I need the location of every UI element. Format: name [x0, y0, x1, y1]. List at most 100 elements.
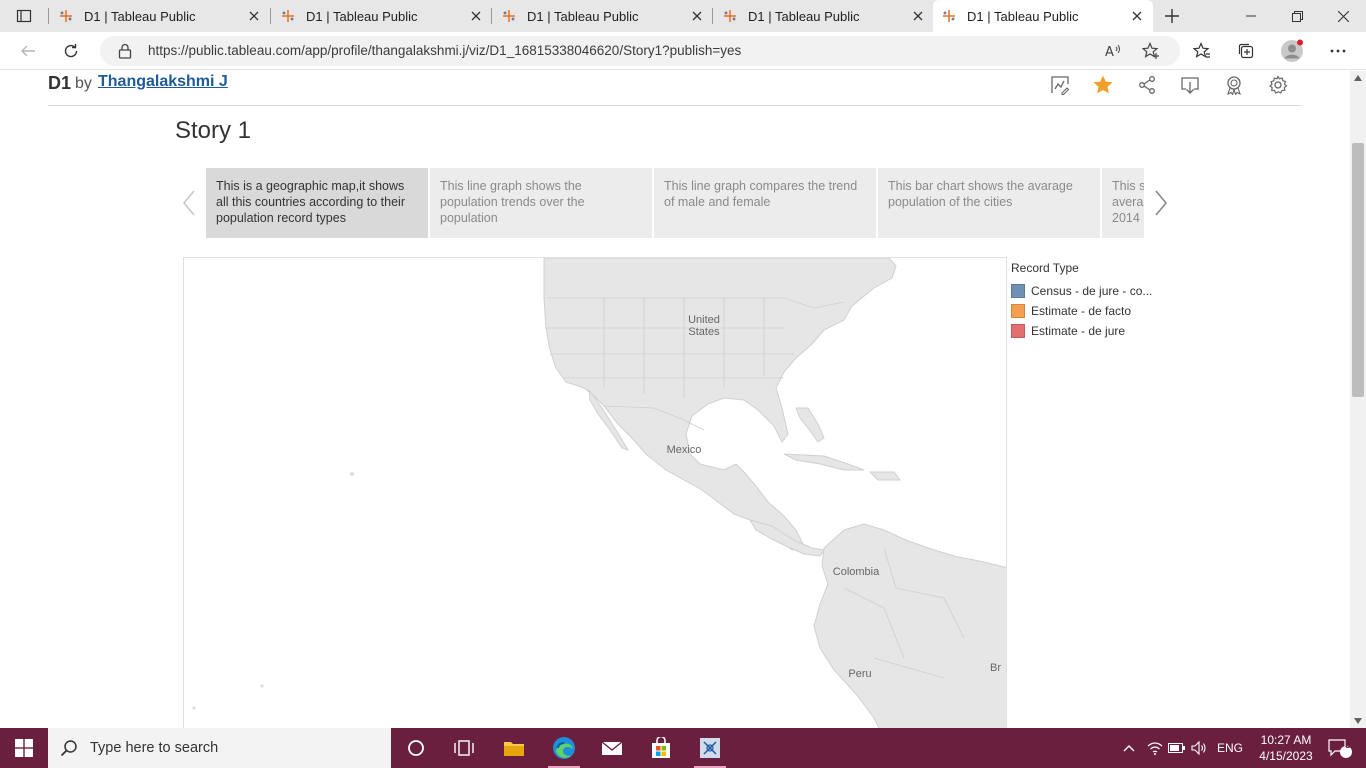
speaker-icon	[1191, 741, 1206, 755]
legend-item-estimate-de-jure[interactable]: Estimate - de jure	[1011, 321, 1171, 341]
browser-tab-3[interactable]: D1 | Tableau Public	[493, 0, 713, 32]
story-point-5[interactable]: This s avera 2014	[1102, 168, 1144, 238]
story-point-caption: This is a geographic map,it shows all th…	[216, 179, 405, 225]
battery-button[interactable]	[1166, 728, 1188, 768]
new-tab-button[interactable]	[1160, 4, 1184, 28]
address-bar[interactable]: https://public.tableau.com/app/profile/t…	[100, 36, 1180, 66]
close-tab-icon[interactable]	[246, 8, 262, 24]
mail-icon	[601, 741, 623, 755]
chevron-up-icon	[1123, 745, 1135, 752]
galapagos-island	[260, 684, 264, 688]
tab-separator	[712, 8, 713, 24]
svg-text:A: A	[1105, 45, 1114, 60]
close-tab-icon[interactable]	[689, 8, 705, 24]
page-scrollbar[interactable]	[1350, 71, 1366, 728]
minimize-button[interactable]	[1228, 0, 1274, 32]
map-canvas[interactable]	[184, 258, 1007, 728]
legend-label: Census - de jure - co...	[1031, 284, 1153, 298]
cortana-button[interactable]	[392, 728, 440, 768]
read-aloud-icon[interactable]: A	[1104, 42, 1122, 60]
input-language-button[interactable]: ENG	[1212, 728, 1248, 768]
tableau-favicon-icon	[282, 10, 294, 22]
close-window-button[interactable]	[1320, 0, 1366, 32]
network-button[interactable]	[1144, 728, 1166, 768]
restore-button[interactable]	[1274, 0, 1320, 32]
lock-icon[interactable]	[118, 43, 132, 59]
browser-tab-strip: D1 | Tableau Public D1 | Tableau Public …	[0, 0, 1366, 32]
author-link[interactable]: Thangalakshmi J	[98, 73, 228, 91]
story-point-caption: This line graph compares the trend of ma…	[664, 179, 858, 209]
settings-menu-button[interactable]	[1324, 37, 1352, 65]
tab-separator	[270, 8, 271, 24]
favorite-button[interactable]	[1091, 73, 1115, 97]
tab-title: D1 | Tableau Public	[84, 8, 196, 24]
volume-button[interactable]	[1188, 728, 1210, 768]
close-tab-icon[interactable]	[468, 8, 484, 24]
wifi-icon	[1147, 742, 1163, 755]
geographic-map[interactable]: United States Mexico Colombia Peru Br	[183, 257, 1007, 728]
story-point-2[interactable]: This line graph shows the population tre…	[430, 168, 652, 238]
tab-actions-icon	[16, 9, 32, 23]
page-content: D1 by Thangalakshmi J Story 1 This is a …	[0, 71, 1350, 728]
edge-taskbar-button[interactable]	[540, 728, 588, 768]
tableau-favicon-icon	[503, 10, 515, 22]
download-icon	[1181, 77, 1199, 94]
scroll-down-icon[interactable]	[1354, 718, 1362, 724]
legend-swatch	[1011, 284, 1025, 298]
browser-tab-5-active[interactable]: D1 | Tableau Public	[933, 0, 1153, 32]
viz-of-the-day-button[interactable]	[1222, 73, 1246, 97]
scroll-up-icon[interactable]	[1354, 75, 1362, 81]
story-previous-button[interactable]	[174, 183, 204, 223]
story-point-3[interactable]: This line graph compares the trend of ma…	[654, 168, 876, 238]
tab-title: D1 | Tableau Public	[967, 8, 1079, 24]
close-tab-icon[interactable]	[910, 8, 926, 24]
chevron-right-icon	[1155, 190, 1168, 216]
hawaii-island	[350, 472, 354, 476]
avatar-icon	[1281, 39, 1303, 62]
snipping-tool-button[interactable]	[686, 728, 734, 768]
refresh-button[interactable]	[57, 37, 85, 65]
store-button[interactable]	[637, 728, 685, 768]
story-point-4[interactable]: This bar chart shows the avarage populat…	[878, 168, 1100, 238]
windows-taskbar: Type here to search ENG 10:27 AM 4/15/20…	[0, 728, 1366, 768]
notifications-button[interactable]: 3	[1320, 728, 1360, 768]
taskbar-search-box[interactable]: Type here to search	[48, 728, 391, 768]
legend-label: Estimate - de facto	[1031, 304, 1132, 318]
taskbar-clock[interactable]: 10:27 AM 4/15/2023	[1254, 732, 1318, 764]
story-point-1[interactable]: This is a geographic map,it shows all th…	[206, 168, 428, 238]
legend-item-census-de-jure[interactable]: Census - de jure - co...	[1011, 281, 1171, 301]
download-button[interactable]	[1178, 73, 1202, 97]
collections-button[interactable]	[1232, 37, 1260, 65]
browser-tab-4[interactable]: D1 | Tableau Public	[714, 0, 934, 32]
story-point-caption: This bar chart shows the avarage populat…	[888, 179, 1073, 209]
add-favorite-icon[interactable]	[1142, 42, 1160, 60]
legend-item-estimate-de-facto[interactable]: Estimate - de facto	[1011, 301, 1171, 321]
edit-viz-button[interactable]	[1048, 73, 1072, 97]
favorites-button[interactable]	[1188, 37, 1216, 65]
more-icon	[1330, 49, 1346, 53]
url-text[interactable]: https://public.tableau.com/app/profile/t…	[148, 43, 741, 58]
cortana-icon	[408, 740, 424, 756]
profile-button[interactable]	[1278, 37, 1306, 65]
browser-tab-2[interactable]: D1 | Tableau Public	[272, 0, 492, 32]
close-tab-icon[interactable]	[1129, 8, 1145, 24]
plus-icon	[1165, 9, 1179, 23]
settings-button[interactable]	[1266, 73, 1290, 97]
show-hidden-icons-button[interactable]	[1118, 728, 1140, 768]
record-type-legend: Record Type Census - de jure - co... Est…	[1011, 261, 1171, 341]
start-button[interactable]	[0, 728, 48, 768]
browser-tab-1[interactable]: D1 | Tableau Public	[50, 0, 270, 32]
tab-title: D1 | Tableau Public	[527, 8, 639, 24]
scrollbar-thumb[interactable]	[1352, 143, 1364, 397]
close-icon	[1337, 10, 1349, 22]
file-explorer-button[interactable]	[490, 728, 538, 768]
edge-icon	[553, 737, 575, 759]
viz-header: D1 by Thangalakshmi J	[48, 71, 1302, 106]
task-view-button[interactable]	[440, 728, 488, 768]
back-button[interactable]	[14, 37, 42, 65]
mail-button[interactable]	[588, 728, 636, 768]
share-button[interactable]	[1135, 73, 1159, 97]
tab-actions-button[interactable]	[0, 0, 48, 32]
story-next-button[interactable]	[1146, 183, 1176, 223]
map-label-mexico: Mexico	[666, 444, 702, 456]
